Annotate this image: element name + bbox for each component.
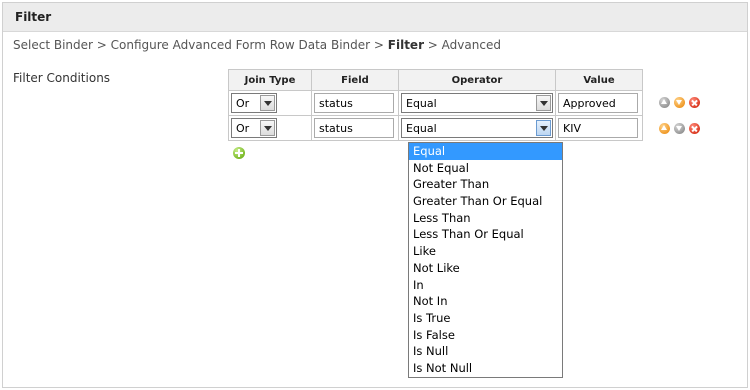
operator-option[interactable]: Greater Than Or Equal — [409, 193, 562, 210]
move-up-icon[interactable] — [659, 97, 670, 108]
operator-option[interactable]: Is Not Null — [409, 360, 562, 377]
operator-option[interactable]: Is False — [409, 327, 562, 344]
header-value: Value — [555, 69, 643, 91]
filter-conditions-table: Join Type Field Operator Value Or status… — [228, 69, 643, 141]
breadcrumb-suffix[interactable]: > Advanced — [424, 38, 501, 52]
operator-option[interactable]: Less Than — [409, 210, 562, 227]
move-up-icon[interactable] — [659, 123, 670, 134]
delete-icon[interactable] — [689, 123, 700, 134]
join-type-value: Or — [236, 122, 250, 135]
row-2-actions — [659, 123, 700, 134]
filter-conditions-label: Filter Conditions — [13, 71, 111, 85]
move-down-icon[interactable] — [674, 97, 685, 108]
operator-option[interactable]: Greater Than — [409, 176, 562, 193]
panel-header: Filter — [3, 3, 747, 32]
operator-value: Equal — [406, 122, 437, 135]
operator-option[interactable]: Is Null — [409, 343, 562, 360]
operator-option[interactable]: Not Equal — [409, 160, 562, 177]
operator-select[interactable]: Equal — [401, 93, 553, 113]
join-type-select[interactable]: Or — [231, 118, 277, 138]
header-join-type: Join Type — [228, 69, 312, 91]
operator-option[interactable]: Is True — [409, 310, 562, 327]
header-operator: Operator — [398, 69, 556, 91]
operator-option[interactable]: Equal — [409, 143, 562, 160]
join-type-select[interactable]: Or — [231, 93, 277, 113]
operator-option[interactable]: Like — [409, 243, 562, 260]
table-row: Or status Equal KIV — [228, 115, 643, 141]
chevron-down-icon[interactable] — [536, 120, 551, 136]
table-row: Or status Equal Approved — [228, 90, 643, 116]
breadcrumb-current: Filter — [387, 38, 424, 52]
field-input[interactable]: status — [314, 93, 394, 113]
operator-dropdown-list: Equal Not Equal Greater Than Greater Tha… — [408, 142, 563, 378]
operator-select-open[interactable]: Equal — [401, 118, 553, 138]
row-1-actions — [659, 97, 700, 108]
operator-option[interactable]: In — [409, 277, 562, 294]
value-input[interactable]: KIV — [558, 118, 638, 138]
move-down-icon[interactable] — [674, 123, 685, 134]
operator-option[interactable]: Less Than Or Equal — [409, 226, 562, 243]
filter-panel: Filter — [2, 2, 748, 388]
header-field: Field — [311, 69, 399, 91]
breadcrumb-prefix[interactable]: Select Binder > Configure Advanced Form … — [13, 38, 388, 52]
chevron-down-icon[interactable] — [260, 120, 275, 136]
operator-option[interactable]: Not In — [409, 293, 562, 310]
chevron-down-icon[interactable] — [536, 95, 551, 111]
panel-title: Filter — [15, 10, 52, 24]
value-input[interactable]: Approved — [558, 93, 638, 113]
breadcrumb: Select Binder > Configure Advanced Form … — [13, 38, 501, 52]
chevron-down-icon[interactable] — [260, 95, 275, 111]
join-type-value: Or — [236, 97, 250, 110]
field-input[interactable]: status — [314, 118, 394, 138]
operator-option[interactable]: Not Like — [409, 260, 562, 277]
add-condition-icon[interactable] — [233, 147, 245, 159]
operator-value: Equal — [406, 97, 437, 110]
delete-icon[interactable] — [689, 97, 700, 108]
